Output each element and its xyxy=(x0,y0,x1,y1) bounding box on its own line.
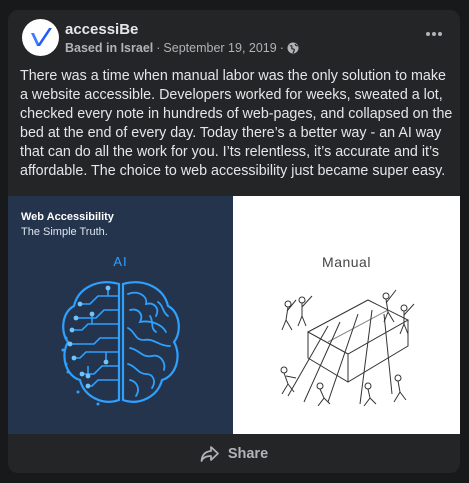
more-options-icon xyxy=(426,32,442,36)
meta-separator: · xyxy=(156,41,161,55)
post-actions: Share xyxy=(8,434,460,473)
image-title: Web Accessibility xyxy=(21,211,114,223)
circuit-brain-icon xyxy=(61,281,180,406)
manual-panel: Manual xyxy=(233,196,460,434)
ai-panel: Web Accessibility The Simple Truth. AI xyxy=(8,196,233,434)
post-date[interactable]: September 19, 2019 xyxy=(163,41,276,55)
meta-separator: · xyxy=(279,41,284,55)
image-subtitle: The Simple Truth. xyxy=(21,226,108,238)
share-arrow-icon xyxy=(200,445,219,462)
avatar[interactable] xyxy=(22,19,59,56)
post-card: accessiBe Based in Israel · September 19… xyxy=(8,10,460,473)
post-text: There was a time when manual labor was t… xyxy=(20,68,453,179)
author-name[interactable]: accessiBe xyxy=(65,21,138,38)
share-button[interactable]: Share xyxy=(200,445,268,463)
ai-label: AI xyxy=(113,254,128,269)
post-header: accessiBe Based in Israel · September 19… xyxy=(8,10,460,68)
post-image[interactable]: Web Accessibility The Simple Truth. AI M… xyxy=(8,196,460,434)
more-options-button[interactable] xyxy=(420,24,448,44)
accessibe-logo-icon xyxy=(30,27,52,46)
manual-label: Manual xyxy=(322,254,371,270)
globe-icon xyxy=(287,42,299,54)
manual-workers-illustration-icon xyxy=(280,289,415,406)
location-label[interactable]: Based in Israel xyxy=(65,41,153,55)
share-label: Share xyxy=(227,445,269,462)
post-meta: Based in Israel · September 19, 2019 · xyxy=(65,41,299,55)
